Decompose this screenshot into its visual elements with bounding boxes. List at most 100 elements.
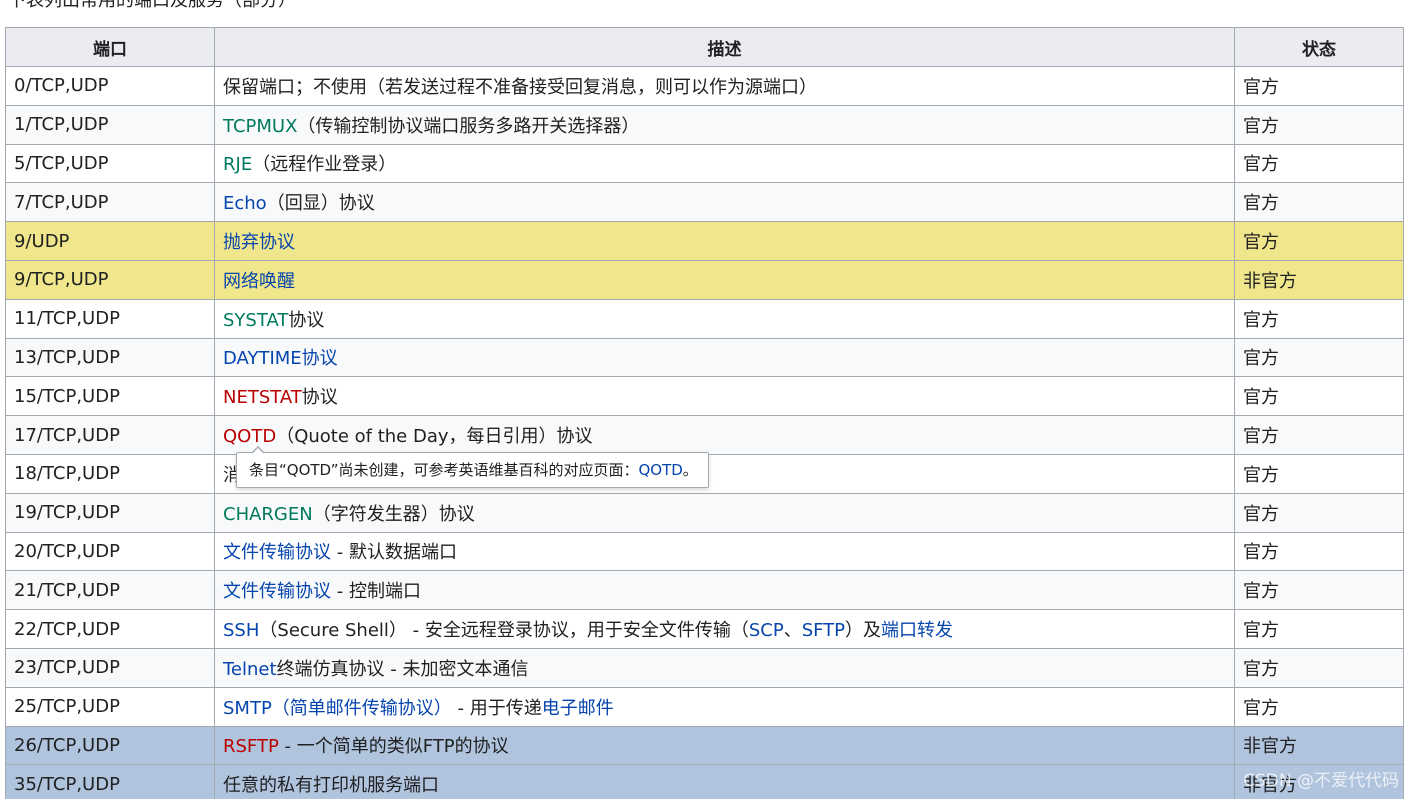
description-cell: TCPMUX（传输控制协议端口服务多路开关选择器） [214, 104, 1235, 145]
description-text: 任意的私有打印机服务端口 [223, 775, 439, 797]
description-link[interactable]: 电子邮件 [542, 698, 614, 719]
description-link[interactable]: SMTP（简单邮件传输协议） [223, 698, 452, 719]
status-cell: 官方 [1234, 376, 1404, 417]
description-link[interactable]: SCP [749, 620, 784, 641]
description-text: （传输控制协议端口服务多路开关选择器） [297, 115, 640, 137]
link-preview-tooltip: 条目“QOTD”尚未创建，可参考英语维基百科的对应页面：QOTD。 [236, 446, 709, 488]
description-link[interactable]: QOTD [223, 426, 276, 447]
port-cell: 22/TCP,UDP [5, 609, 215, 649]
description-cell: 任意的私有打印机服务端口 [214, 764, 1235, 799]
description-text: 协议 [301, 387, 338, 409]
port-cell: 15/TCP,UDP [5, 376, 215, 417]
table-row: 11/TCP,UDP SYSTAT协议 官方 [5, 298, 1404, 339]
port-cell: 21/TCP,UDP [5, 570, 215, 611]
status-cell: 官方 [1234, 104, 1404, 145]
description-link[interactable]: TCPMUX [223, 116, 297, 137]
status-cell: 官方 [1234, 570, 1404, 611]
status-cell: 官方 [1234, 647, 1404, 688]
description-cell: CHARGEN（字符发生器）协议 [214, 492, 1235, 533]
port-cell: 19/TCP,UDP [5, 492, 215, 533]
port-cell: 9/UDP [5, 221, 215, 261]
table-row: 5/TCP,UDP RJE（远程作业登录） 官方 [5, 143, 1404, 184]
description-cell: 抛弃协议 [214, 221, 1235, 261]
description-link[interactable]: 端口转发 [881, 620, 953, 641]
status-cell: 官方 [1234, 531, 1404, 572]
table-row: 17/TCP,UDP QOTD（Quote of the Day，每日引用）协议官… [5, 415, 1404, 455]
description-link[interactable]: 文件传输协议 [223, 542, 331, 563]
description-text: （回显）协议 [266, 193, 375, 215]
watermark: CSDN @不爱代代码 [1243, 771, 1399, 791]
port-cell: 7/TCP,UDP [5, 182, 215, 223]
table-row: 21/TCP,UDP 文件传输协议 - 控制端口 官方 [5, 570, 1404, 611]
description-link[interactable]: Echo [223, 193, 267, 214]
port-cell: 18/TCP,UDP [5, 453, 215, 494]
status-cell: 官方 [1234, 298, 1404, 339]
description-link[interactable]: 文件传输协议 [223, 581, 331, 602]
header-text: 下表列出常用的端口及服务（部分） [8, 0, 296, 11]
tooltip-link[interactable]: QOTD [638, 461, 682, 479]
description-text: 保留端口；不使用（若发送过程不准备接受回复消息，则可以作为源端口） [223, 76, 817, 98]
description-text: （字符发生器）协议 [312, 503, 475, 525]
table-row: 7/TCP,UDP Echo（回显）协议 官方 [5, 182, 1404, 223]
description-cell: DAYTIME协议 [214, 337, 1235, 378]
port-cell: 5/TCP,UDP [5, 143, 215, 184]
description-cell: 文件传输协议 - 默认数据端口 [214, 531, 1235, 572]
table-row: 13/TCP,UDP DAYTIME协议 官方 [5, 337, 1404, 378]
status-cell: 官方 [1234, 337, 1404, 378]
status-cell: 官方 [1234, 182, 1404, 223]
description-link[interactable]: SYSTAT [223, 310, 288, 331]
status-cell: 官方 [1234, 492, 1404, 533]
tooltip-suffix: 。 [682, 461, 698, 479]
table-row: 9/TCP,UDP 网络唤醒 非官方 [5, 259, 1404, 300]
tooltip-text: 条目“QOTD”尚未创建，可参考英语维基百科的对应页面： [249, 461, 639, 479]
table-row: 19/TCP,UDP CHARGEN（字符发生器）协议 官方 [5, 492, 1404, 533]
table-row: 25/TCP,UDP SMTP（简单邮件传输协议） - 用于传递电子邮件 官方 [5, 686, 1404, 727]
table-row: 23/TCP,UDP Telnet终端仿真协议 - 未加密文本通信 官方 [5, 647, 1404, 688]
status-cell: 官方 [1234, 609, 1404, 649]
table-row: 9/UDP 抛弃协议 官方 [5, 221, 1404, 261]
port-cell: 20/TCP,UDP [5, 531, 215, 572]
port-cell: 23/TCP,UDP [5, 647, 215, 688]
status-cell: 官方 [1234, 221, 1404, 261]
table-header-row: 端口 描述 状态 [5, 27, 1404, 67]
table-row: 35/TCP,UDP 任意的私有打印机服务端口 非官方 [5, 764, 1404, 799]
column-header-status[interactable]: 状态 [1234, 27, 1404, 67]
description-link[interactable]: RSFTP [223, 736, 279, 757]
description-cell: SSH（Secure Shell） - 安全远程登录协议，用于安全文件传输（SC… [214, 609, 1235, 649]
description-link[interactable]: SFTP [802, 620, 845, 641]
status-cell: 非官方 [1234, 725, 1404, 766]
table-row: 1/TCP,UDP TCPMUX（传输控制协议端口服务多路开关选择器） 官方 [5, 104, 1404, 145]
description-link[interactable]: 网络唤醒 [223, 271, 295, 292]
description-cell: RJE（远程作业登录） [214, 143, 1235, 184]
description-link[interactable]: 抛弃协议 [223, 232, 295, 253]
description-text: - 控制端口 [331, 581, 421, 603]
description-cell: SYSTAT协议 [214, 298, 1235, 339]
port-cell: 17/TCP,UDP [5, 415, 215, 455]
description-text: - 一个简单的类似FTP的协议 [278, 736, 509, 758]
description-text: 终端仿真协议 - 未加密文本通信 [276, 658, 529, 680]
table-row: 20/TCP,UDP 文件传输协议 - 默认数据端口 官方 [5, 531, 1404, 572]
description-cell: NETSTAT协议 [214, 376, 1235, 417]
description-text: - 用于传递 [451, 697, 542, 719]
column-header-port[interactable]: 端口 [5, 27, 215, 67]
description-link[interactable]: Telnet [223, 659, 277, 680]
description-link[interactable]: NETSTAT [223, 387, 302, 408]
column-header-description[interactable]: 描述 [214, 27, 1235, 67]
description-cell: Echo（回显）协议 [214, 182, 1235, 223]
description-text: 协议 [288, 309, 325, 331]
description-cell: QOTD（Quote of the Day，每日引用）协议 [214, 415, 1235, 455]
description-text: （Secure Shell） - 安全远程登录协议，用于安全文件传输（ [259, 620, 749, 642]
status-cell: 非官方 [1234, 259, 1404, 300]
status-cell: 官方 [1234, 686, 1404, 727]
status-cell: 官方 [1234, 453, 1404, 494]
description-text: - 默认数据端口 [331, 542, 457, 564]
table-row: 0/TCP,UDP 保留端口；不使用（若发送过程不准备接受回复消息，则可以作为源端… [5, 66, 1404, 106]
description-link[interactable]: DAYTIME协议 [223, 348, 338, 369]
description-link[interactable]: SSH [223, 620, 259, 641]
table-body: 0/TCP,UDP 保留端口；不使用（若发送过程不准备接受回复消息，则可以作为源端… [5, 66, 1404, 799]
description-link[interactable]: RJE [223, 154, 252, 175]
table-row: 26/TCP,UDP RSFTP - 一个简单的类似FTP的协议 非官方 [5, 725, 1404, 766]
status-cell: 官方 [1234, 415, 1404, 455]
description-link[interactable]: CHARGEN [223, 504, 313, 525]
description-cell: 网络唤醒 [214, 259, 1235, 300]
